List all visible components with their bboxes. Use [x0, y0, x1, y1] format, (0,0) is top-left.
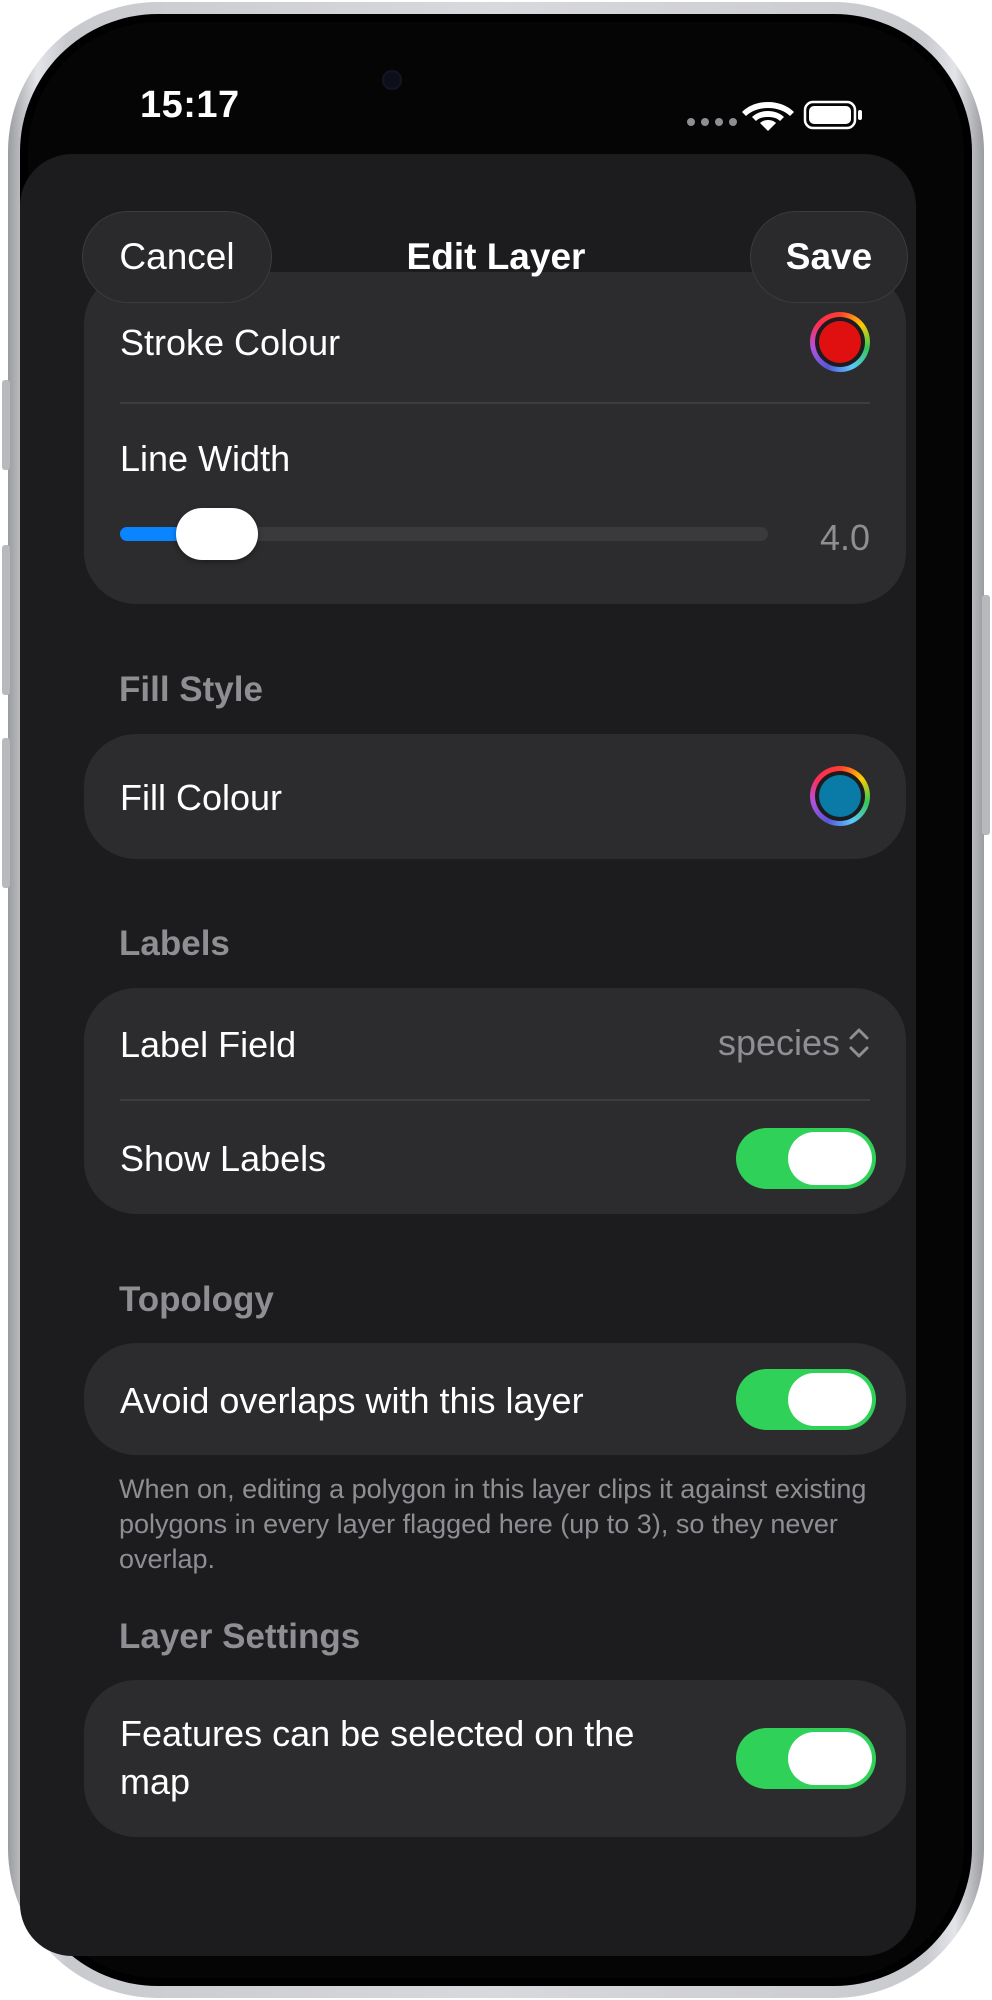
- label-field-value: species: [717, 1022, 840, 1063]
- line-width-value: 4.0: [819, 517, 870, 558]
- volume-up-button: [2, 545, 10, 695]
- fill-colour-swatch: [819, 775, 861, 817]
- power-button: [982, 595, 990, 835]
- selectable-label: Features can be selected on the map: [120, 1713, 635, 1802]
- topology-note: When on, editing a polygon in this layer…: [119, 1474, 867, 1574]
- topology-header: Topology: [119, 1280, 274, 1319]
- layer-settings-card: Features can be selected on the map: [84, 1680, 906, 1837]
- avoid-overlaps-label: Avoid overlaps with this layer: [120, 1380, 584, 1421]
- topology-card: Avoid overlaps with this layer: [84, 1343, 906, 1455]
- save-button[interactable]: Save: [750, 211, 908, 303]
- stroke-colour-label: Stroke Colour: [120, 322, 341, 363]
- toggle-knob: [788, 1373, 872, 1426]
- stroke-colour-picker[interactable]: [810, 312, 870, 372]
- volume-down-button: [2, 738, 10, 888]
- signal-dots-icon: [687, 118, 737, 126]
- layer-settings-header: Layer Settings: [119, 1617, 361, 1656]
- stroke-divider: [120, 402, 870, 404]
- label-field-label: Label Field: [120, 1024, 297, 1065]
- label-field-picker[interactable]: species: [718, 1022, 870, 1064]
- line-width-slider[interactable]: [120, 508, 768, 560]
- toggle-knob: [788, 1132, 872, 1185]
- show-labels-label: Show Labels: [120, 1138, 327, 1179]
- action-button: [2, 380, 10, 470]
- stroke-card: Stroke Colour Line Width 4.0: [84, 272, 906, 604]
- fill-colour-picker[interactable]: [810, 766, 870, 826]
- battery-icon: [803, 100, 862, 130]
- front-camera: [382, 70, 402, 90]
- labels-header: Labels: [119, 924, 230, 963]
- status-icons-svg: [687, 100, 862, 131]
- labels-divider: [120, 1099, 870, 1101]
- chevron-up-down-icon: [849, 1028, 869, 1058]
- avoid-overlaps-toggle[interactable]: [736, 1369, 876, 1430]
- fill-colour-label: Fill Colour: [120, 777, 283, 818]
- stroke-colour-swatch: [819, 321, 861, 363]
- show-labels-toggle[interactable]: [736, 1128, 876, 1189]
- fill-style-header: Fill Style: [119, 670, 263, 709]
- fill-card: Fill Colour: [84, 734, 906, 859]
- line-width-slider-knob[interactable]: [176, 508, 259, 560]
- toggle-knob: [788, 1732, 872, 1785]
- line-width-label: Line Width: [120, 438, 291, 479]
- wifi-icon: [742, 102, 794, 131]
- status-icons: [685, 96, 865, 145]
- status-time: 15:17: [140, 84, 240, 126]
- labels-card: Label Field species Show Labels: [84, 988, 906, 1214]
- selectable-toggle[interactable]: [736, 1728, 876, 1789]
